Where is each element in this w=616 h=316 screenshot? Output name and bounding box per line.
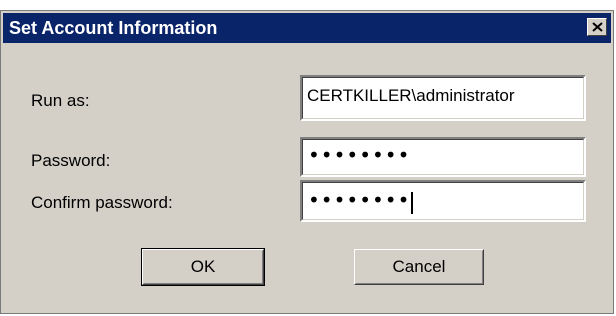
confirm-password-value: ••••••••	[308, 188, 411, 212]
close-button[interactable]	[587, 18, 607, 36]
close-icon	[592, 22, 603, 32]
set-account-dialog: Set Account Information Run as: CERTKILL…	[0, 10, 614, 314]
run-as-value: CERTKILLER\administrator	[307, 86, 515, 105]
text-caret	[411, 191, 414, 214]
password-label: Password:	[31, 151, 111, 170]
confirm-password-label: Confirm password:	[31, 193, 173, 212]
title-bar: Set Account Information	[3, 13, 611, 43]
password-value: ••••••••	[308, 143, 411, 167]
ok-button[interactable]: OK	[141, 248, 265, 286]
window-title: Set Account Information	[9, 18, 218, 38]
cancel-button[interactable]: Cancel	[354, 249, 484, 285]
ok-button-label: OK	[190, 257, 216, 276]
run-as-label: Run as:	[31, 91, 90, 110]
confirm-password-input[interactable]: ••••••••	[300, 180, 586, 222]
password-input[interactable]: ••••••••	[300, 137, 586, 177]
run-as-input[interactable]: CERTKILLER\administrator	[300, 75, 586, 121]
cancel-button-label: Cancel	[392, 257, 446, 276]
